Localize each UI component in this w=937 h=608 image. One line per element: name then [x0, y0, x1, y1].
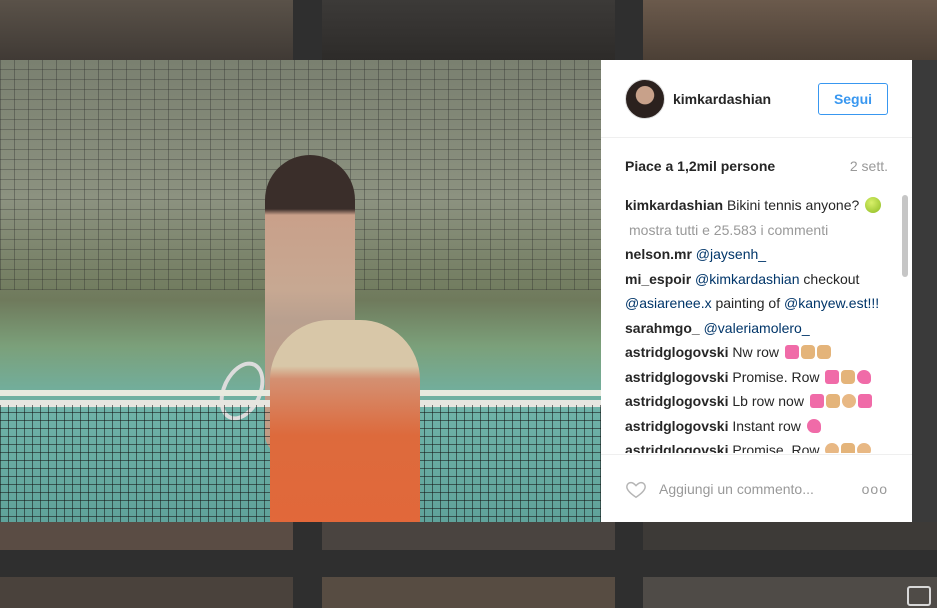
fist-emoji-icon [841, 443, 856, 453]
post-header: kimkardashian Segui [601, 60, 912, 138]
comment-username[interactable]: kimkardashian [625, 197, 723, 213]
list-item: astridglogovski Promise. Row [625, 365, 900, 390]
comment-mention[interactable]: @valeriamolero_ [704, 320, 810, 336]
heart-emoji-icon [825, 369, 840, 384]
more-options-icon[interactable]: ooo [862, 481, 888, 497]
heart-emoji-icon [784, 345, 799, 359]
background-post-thumbnail [0, 522, 293, 550]
caption: kimkardashian Bikini tennis anyone? [625, 193, 900, 218]
post-username[interactable]: kimkardashian [673, 91, 818, 107]
video-icon [907, 586, 931, 606]
comment-text: Instant row [732, 417, 801, 434]
post-time[interactable]: 2 sett. [850, 158, 888, 174]
comment-text: Lb row now [732, 393, 804, 409]
heart-outline-icon[interactable] [625, 478, 647, 500]
tennis-ball-icon [865, 197, 882, 213]
background-post-thumbnail [322, 577, 615, 608]
comments-scrollbar[interactable] [902, 195, 908, 277]
fist-emoji-icon [825, 394, 840, 408]
post-sidebar: kimkardashian Segui Piace a 1,2mil perso… [601, 60, 912, 522]
heart-emoji-icon [809, 394, 824, 408]
likes-count[interactable]: Piace a 1,2mil persone [625, 158, 775, 174]
comment-username[interactable]: sarahmgo_ [625, 320, 700, 336]
follow-button[interactable]: Segui [818, 82, 888, 115]
comment-username[interactable]: astridglogovski [625, 344, 728, 360]
likes-row: Piace a 1,2mil persone 2 sett. [601, 158, 912, 174]
fist-emoji-icon [841, 369, 856, 384]
background-post-thumbnail [643, 577, 937, 608]
list-item: sarahmgo_ @valeriamolero_ [625, 316, 900, 341]
comment-mention[interactable]: @jaysenh_ [696, 246, 766, 262]
comment-text: Promise. Row [732, 368, 820, 385]
avatar[interactable] [625, 78, 665, 119]
heart-emoji-icon [857, 394, 872, 408]
background-post-thumbnail [0, 577, 293, 608]
list-item: astridglogovski Lb row now [625, 389, 900, 414]
comment-username[interactable]: astridglogovski [625, 418, 728, 434]
comment-username[interactable]: astridglogovski [625, 369, 728, 385]
comment-text: checkout [799, 270, 860, 287]
comment-text: Nw row [732, 344, 780, 360]
post-modal: kimkardashian Segui Piace a 1,2mil perso… [0, 60, 912, 522]
overlay-backdrop[interactable] [912, 60, 937, 522]
fist-emoji-icon [800, 345, 815, 359]
ok-hand-emoji-icon [841, 394, 856, 408]
comment-username[interactable]: nelson.mr [625, 246, 692, 262]
comment-text: Promise. Row [732, 442, 820, 453]
background-post-thumbnail [643, 522, 937, 550]
caption-text: Bikini tennis anyone? [726, 197, 860, 213]
comment-input[interactable] [659, 480, 862, 497]
comment-text: painting of [711, 295, 784, 311]
comment-mention[interactable]: @kimkardashian [695, 271, 799, 287]
photo-person [270, 320, 420, 522]
list-item: nelson.mr @jaysenh_ [625, 242, 900, 267]
post-photo[interactable] [0, 60, 601, 522]
background-post-thumbnail [322, 0, 615, 60]
show-all-comments[interactable]: mostra tutti e 25.583 i commenti [625, 218, 900, 243]
background-post-thumbnail [322, 522, 615, 550]
hearts-emoji-icon [806, 418, 821, 433]
list-item: astridglogovski Nw row [625, 340, 900, 365]
ok-hand-emoji-icon [825, 443, 840, 453]
background-post-thumbnail [643, 0, 937, 60]
comment-mention[interactable]: @kanyew.est!!! [784, 295, 879, 311]
ok-hand-emoji-icon [857, 443, 872, 453]
comment-mention[interactable]: @asiarenee.x [625, 295, 712, 311]
comments-list: kimkardashian Bikini tennis anyone? most… [625, 193, 900, 453]
fist-emoji-icon [816, 345, 831, 359]
list-item: mi_espoir @kimkardashian checkout @asiar… [625, 267, 900, 316]
comment-username[interactable]: mi_espoir [625, 271, 691, 287]
list-item: astridglogovski Instant row [625, 414, 900, 439]
list-item: astridglogovski Promise. Row [625, 438, 900, 453]
comment-username[interactable]: astridglogovski [625, 393, 728, 409]
comment-footer: ooo [601, 454, 912, 522]
hearts-emoji-icon [857, 369, 872, 384]
comment-username[interactable]: astridglogovski [625, 442, 728, 453]
background-post-thumbnail [0, 0, 293, 60]
show-all-comments-link[interactable]: mostra tutti e 25.583 i commenti [625, 222, 828, 238]
